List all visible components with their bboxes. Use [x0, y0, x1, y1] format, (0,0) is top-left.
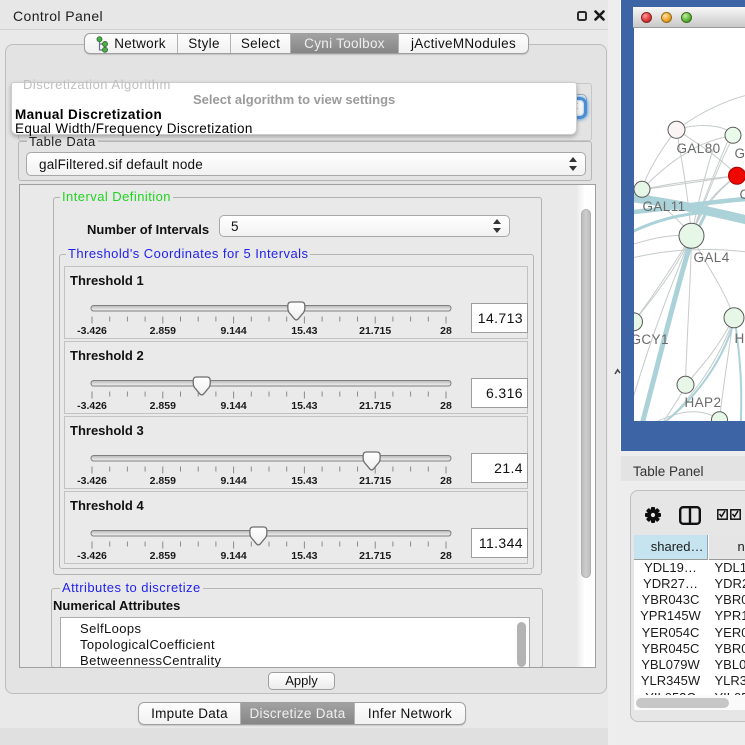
svg-text:-3.426: -3.426: [77, 475, 107, 487]
svg-text:9.144: 9.144: [220, 550, 246, 562]
svg-text:21.715: 21.715: [359, 325, 391, 337]
svg-text:28: 28: [440, 400, 452, 412]
svg-text:15.43: 15.43: [291, 400, 317, 412]
svg-text:21.715: 21.715: [359, 550, 391, 562]
svg-text:G: G: [739, 187, 745, 202]
svg-text:HAP2: HAP2: [684, 395, 721, 410]
svg-text:-3.426: -3.426: [77, 550, 107, 562]
svg-text:-3.426: -3.426: [77, 325, 107, 337]
svg-text:28: 28: [440, 550, 452, 562]
svg-text:21.715: 21.715: [359, 400, 391, 412]
svg-text:GCY1: GCY1: [634, 332, 669, 347]
svg-text:28: 28: [440, 475, 452, 487]
svg-text:15.43: 15.43: [291, 325, 317, 337]
svg-text:2.859: 2.859: [150, 475, 176, 487]
svg-text:9.144: 9.144: [220, 325, 246, 337]
svg-text:15.43: 15.43: [291, 475, 317, 487]
svg-text:-3.426: -3.426: [77, 400, 107, 412]
svg-text:15.43: 15.43: [291, 550, 317, 562]
svg-text:2.859: 2.859: [150, 550, 176, 562]
svg-text:GAL4: GAL4: [693, 250, 729, 265]
svg-text:2.859: 2.859: [150, 400, 176, 412]
svg-text:21.715: 21.715: [359, 475, 391, 487]
svg-text:2.859: 2.859: [150, 325, 176, 337]
svg-text:9.144: 9.144: [220, 475, 246, 487]
svg-text:GA: GA: [734, 146, 745, 161]
svg-text:9.144: 9.144: [220, 400, 246, 412]
svg-text:GAL80: GAL80: [676, 141, 720, 156]
svg-text:H: H: [734, 331, 744, 346]
svg-text:28: 28: [440, 325, 452, 337]
svg-text:GAL11: GAL11: [642, 199, 685, 214]
